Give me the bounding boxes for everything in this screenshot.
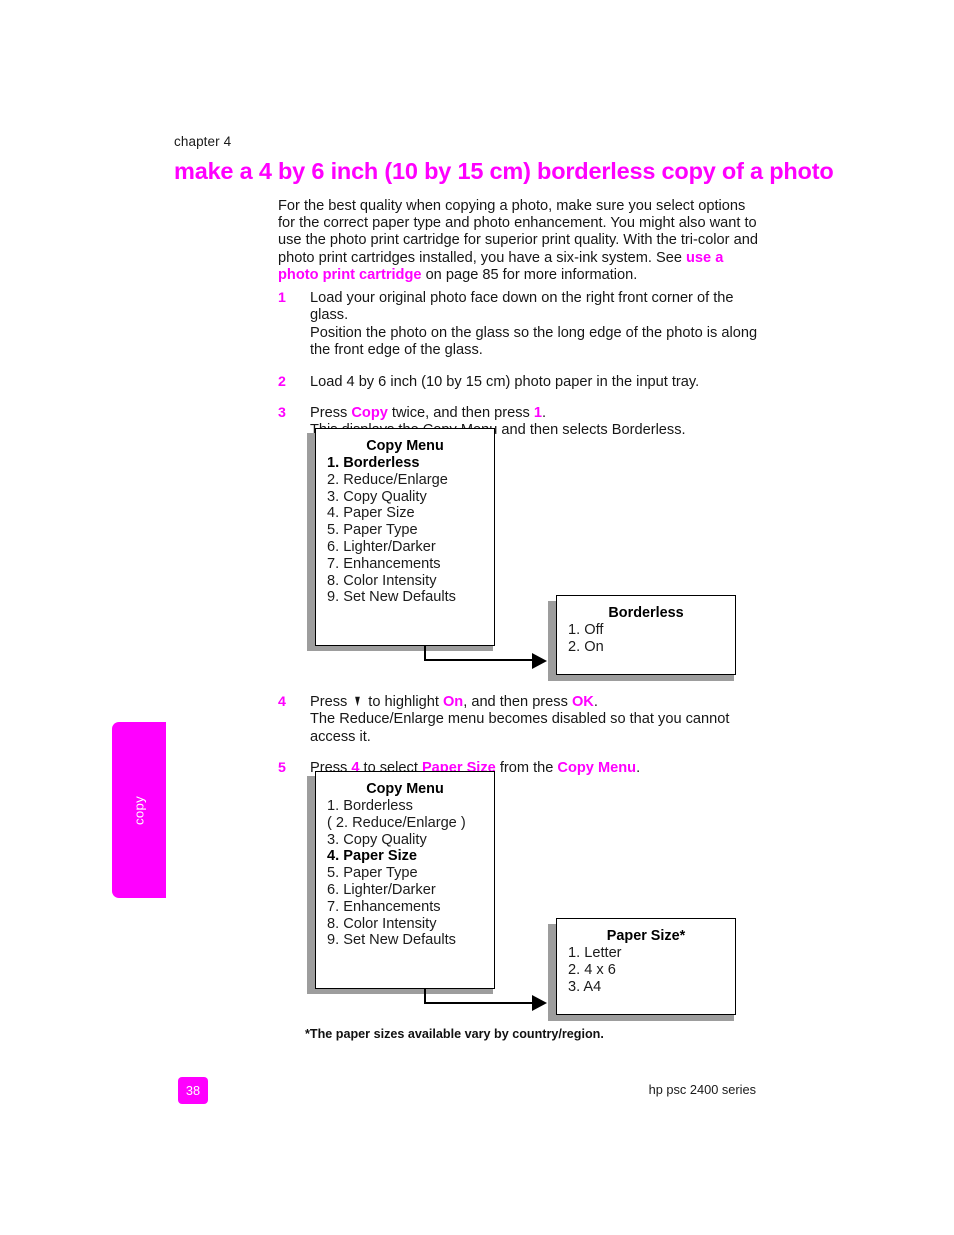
step-4-pre: Press [310, 694, 352, 710]
step-4-line-2: The Reduce/Enlarge menu becomes disabled… [310, 711, 730, 745]
borderless-menu-box: Borderless 1. Off 2. On [556, 595, 736, 675]
copy-menu-1-box: Copy Menu 1. Borderless 2. Reduce/Enlarg… [315, 428, 495, 646]
copy-menu-1-title: Copy Menu [366, 438, 444, 454]
step-5-mid-2: from the [495, 760, 558, 777]
document-page: chapter 4 make a 4 by 6 inch (10 by 15 c… [0, 0, 954, 1235]
intro-text-part2: on page 85 for more information. [421, 266, 638, 283]
paper-size-menu-title: Paper Size* [606, 928, 686, 944]
step-4-mid-2: , and then press [463, 694, 572, 710]
connector-1-arrowhead-icon [532, 653, 547, 669]
step-2: 2 Load 4 by 6 inch (10 by 15 cm) photo p… [278, 374, 768, 391]
keyword-copy-button: Copy [351, 405, 388, 422]
borderless-menu-list: 1. Off 2. On [557, 622, 735, 656]
connector-1-horizontal [424, 659, 534, 661]
menu-item[interactable]: 1. Letter [568, 945, 735, 962]
procedure-steps-first-group: 1 Load your original photo face down on … [278, 290, 768, 448]
menu-item[interactable]: 1. Off [568, 622, 735, 639]
copy-menu-1-list: 1. Borderless 2. Reduce/Enlarge 3. Copy … [316, 455, 494, 606]
intro-paragraph: For the best quality when copying a phot… [278, 198, 764, 284]
side-tab-copy: copy [112, 722, 166, 898]
paper-size-menu-box: Paper Size* 1. Letter 2. 4 x 6 3. A4 [556, 918, 736, 1015]
menu-item[interactable]: 1. Borderless [327, 455, 494, 472]
paper-size-menu-list: 1. Letter 2. 4 x 6 3. A4 [557, 945, 735, 995]
step-2-line-1: Load 4 by 6 inch (10 by 15 cm) photo pap… [310, 373, 700, 390]
menu-item[interactable]: 7. Enhancements [327, 556, 494, 573]
step-4-body: Press ▼ to highlight On, and then press … [310, 691, 778, 746]
footnote: *The paper sizes available vary by count… [305, 1027, 604, 1041]
step-2-body: Load 4 by 6 inch (10 by 15 cm) photo pap… [310, 374, 768, 391]
step-3-pre: Press [310, 405, 352, 422]
menu-item[interactable]: 1. Borderless [327, 798, 494, 815]
step-4-post: . [593, 694, 598, 710]
menu-item[interactable]: 3. A4 [568, 979, 735, 996]
menu-item[interactable]: 2. On [568, 639, 735, 656]
menu-item[interactable]: 7. Enhancements [327, 899, 494, 916]
menu-item[interactable]: 8. Color Intensity [327, 916, 494, 933]
menu-item[interactable]: 4. Paper Size [327, 505, 494, 522]
menu-item[interactable]: 3. Copy Quality [327, 489, 494, 506]
step-3-mid: twice, and then press [387, 405, 534, 422]
menu-item[interactable]: 4. Paper Size [327, 848, 494, 865]
copy-menu-2-list: 1. Borderless ( 2. Reduce/Enlarge ) 3. C… [316, 798, 494, 949]
copy-menu-2-title: Copy Menu [366, 781, 444, 797]
keyword-on: On [442, 694, 464, 710]
menu-item-disabled: ( 2. Reduce/Enlarge ) [327, 814, 466, 831]
connector-2-arrowhead-icon [532, 995, 547, 1011]
keyword-copy-menu: Copy Menu [557, 760, 637, 777]
step-3-number: 3 [278, 405, 286, 422]
step-3-line-1: Press Copy twice, and then press 1. [310, 405, 768, 422]
step-2-number: 2 [278, 373, 286, 390]
menu-item[interactable]: 8. Color Intensity [327, 573, 494, 590]
step-4-line-1: Press ▼ to highlight On, and then press … [310, 691, 778, 711]
keyword-key-1: 1 [533, 405, 542, 422]
menu-item[interactable]: 9. Set New Defaults [327, 589, 494, 606]
step-3-post: . [542, 405, 547, 422]
menu-item[interactable]: 2. 4 x 6 [568, 962, 735, 979]
keyword-ok: OK [571, 694, 594, 710]
menu-item[interactable]: 6. Lighter/Darker [327, 539, 494, 556]
step-1: 1 Load your original photo face down on … [278, 290, 768, 360]
menu-item[interactable]: 2. Reduce/Enlarge [327, 472, 494, 489]
page-number-badge: 38 [178, 1077, 208, 1104]
copy-menu-2-box: Copy Menu 1. Borderless ( 2. Reduce/Enla… [315, 771, 495, 989]
side-tab-label: copy [131, 795, 147, 825]
step-4: 4 Press ▼ to highlight On, and then pres… [278, 691, 778, 746]
menu-item[interactable]: 6. Lighter/Darker [327, 882, 494, 899]
chapter-label: chapter 4 [174, 134, 232, 149]
menu-item[interactable]: 5. Paper Type [327, 865, 494, 882]
step-1-line-2: Position the photo on the glass so the l… [310, 324, 758, 359]
step-4-number: 4 [278, 694, 286, 710]
step-5-number: 5 [278, 760, 286, 777]
step-1-body: Load your original photo face down on th… [310, 290, 768, 360]
menu-item[interactable]: 9. Set New Defaults [327, 932, 494, 949]
step-5-post: . [636, 760, 641, 777]
menu-item[interactable]: 3. Copy Quality [327, 832, 494, 849]
borderless-menu-title: Borderless [608, 605, 684, 621]
page-title: make a 4 by 6 inch (10 by 15 cm) borderl… [174, 158, 834, 184]
step-1-number: 1 [278, 290, 286, 306]
menu-item[interactable]: 5. Paper Type [327, 522, 494, 539]
footer-product-name: hp psc 2400 series [648, 1082, 756, 1097]
step-1-line-1: Load your original photo face down on th… [310, 290, 734, 324]
down-arrow-icon: ▼ [353, 691, 362, 710]
connector-2-horizontal [424, 1002, 534, 1004]
step-4-mid-1: to highlight [364, 694, 443, 710]
